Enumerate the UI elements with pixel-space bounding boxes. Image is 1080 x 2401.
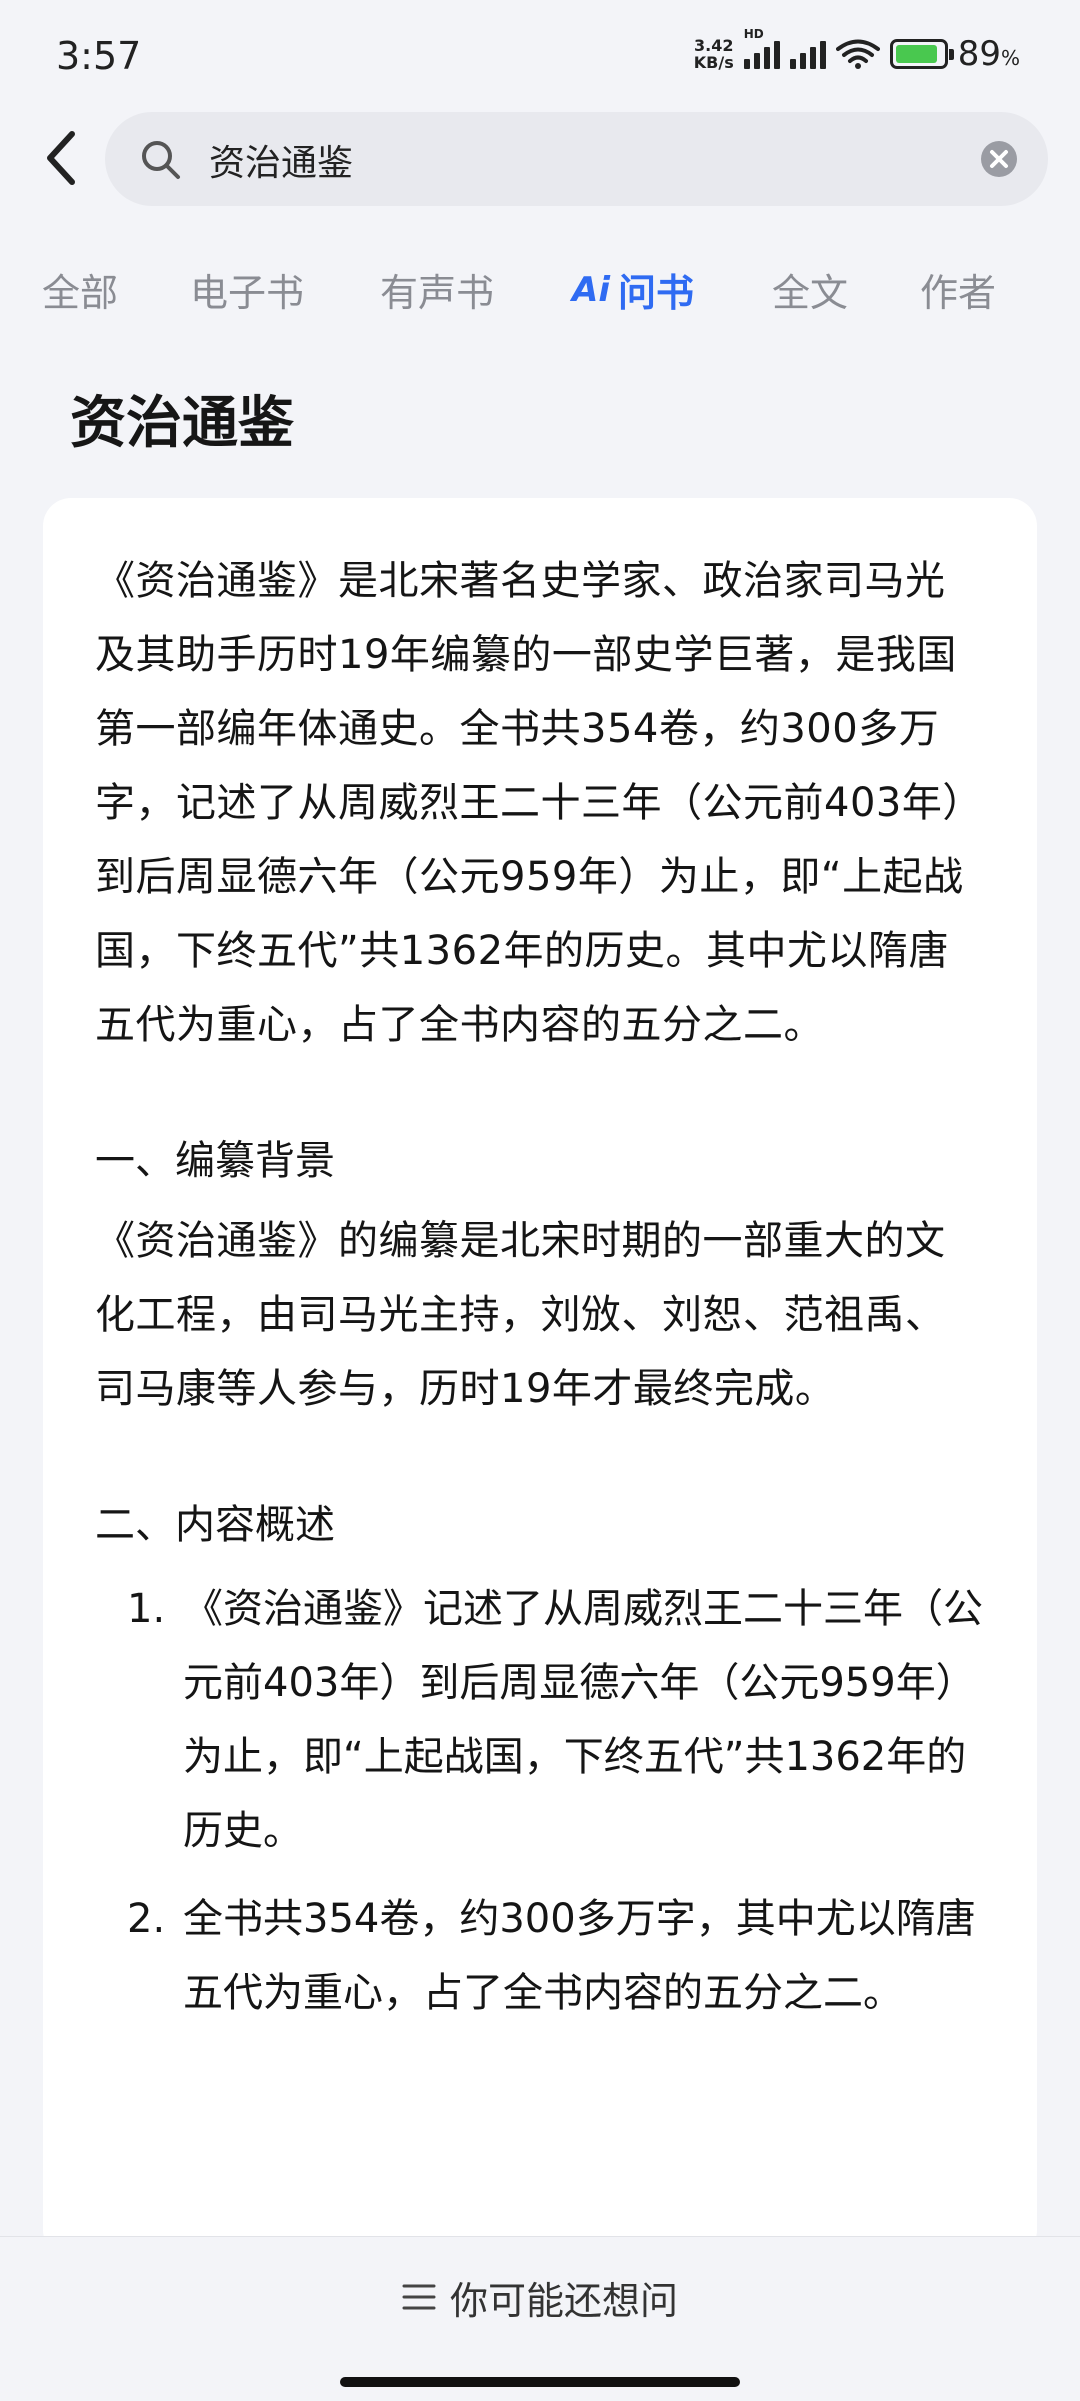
search-query: 资治通鉴: [209, 143, 354, 184]
hd-signal-icon: HD: [743, 27, 780, 69]
battery-level: [895, 45, 937, 63]
list-item-number: 1.: [127, 1586, 166, 1632]
tab-ebooks[interactable]: 电子书: [190, 262, 304, 317]
tab-author[interactable]: 作者: [920, 262, 996, 317]
list-item-number: 2.: [127, 1896, 166, 1942]
intro-paragraph: 《资治通鉴》是北宋著名史学家、政治家司马光及其助手历时19年编纂的一部史学巨著，…: [95, 558, 983, 1048]
search-icon: [142, 141, 180, 179]
tab-bar: 全部 电子书 有声书 Ai 问书 全文 作者: [0, 256, 1080, 326]
bottom-bar: 你可能还想问: [0, 2236, 1080, 2401]
status-icons: 3.42 KB/s HD 89%: [694, 27, 1020, 74]
section-heading-overview: 二、内容概述: [95, 1502, 335, 1548]
wifi-icon: [835, 39, 880, 69]
tab-all[interactable]: 全部: [42, 262, 118, 317]
tab-ai-ask-book-label: 问书: [617, 271, 694, 315]
ai-icon: Ai: [572, 269, 610, 310]
tab-audiobooks[interactable]: 有声书: [380, 262, 494, 317]
search-input[interactable]: 资治通鉴: [105, 112, 1048, 206]
section-heading-background: 一、编纂背景: [95, 1138, 335, 1184]
network-speed-unit: KB/s: [693, 53, 734, 72]
signal-icon: [789, 39, 826, 69]
network-speed: 3.42 KB/s: [694, 37, 734, 71]
suggested-questions-label: 你可能还想问: [449, 2278, 678, 2323]
battery-percent-symbol: %: [1000, 46, 1020, 70]
list-item: 1. 《资治通鉴》记述了从周威烈王二十三年（公元前403年）到后周显德六年（公元…: [95, 1572, 985, 1868]
menu-icon: [402, 2284, 436, 2310]
status-time: 3:57: [56, 34, 142, 78]
tab-fulltext[interactable]: 全文: [772, 262, 848, 317]
battery-icon: [889, 39, 954, 69]
list-item: 2. 全书共354卷，约300多万字，其中尤以隋唐五代为重心，占了全书内容的五分…: [95, 1882, 985, 2030]
background-paragraph: 《资治通鉴》的编纂是北宋时期的一部重大的文化工程，由司马光主持，刘攽、刘恕、范祖…: [95, 1218, 946, 1412]
status-bar: 3:57 3.42 KB/s HD 89%: [0, 0, 1080, 110]
tab-ai-ask-book[interactable]: Ai 问书: [572, 262, 694, 317]
page-title: 资治通鉴: [70, 391, 294, 456]
chevron-left-icon: [47, 131, 75, 185]
clear-icon[interactable]: [980, 140, 1018, 178]
overview-list: 1. 《资治通鉴》记述了从周威烈王二十三年（公元前403年）到后周显德六年（公元…: [95, 1572, 985, 2030]
list-item-text: 《资治通鉴》记述了从周威烈王二十三年（公元前403年）到后周显德六年（公元959…: [183, 1586, 983, 1854]
search-row: 资治通鉴: [0, 112, 1080, 206]
list-item-text: 全书共354卷，约300多万字，其中尤以隋唐五代为重心，占了全书内容的五分之二。: [183, 1896, 976, 2016]
network-speed-value: 3.42: [693, 36, 734, 55]
battery-percent-value: 89: [957, 34, 1001, 74]
home-indicator[interactable]: [340, 2377, 740, 2387]
hd-label: HD: [743, 27, 764, 41]
answer-content: 《资治通鉴》是北宋著名史学家、政治家司马光及其助手历时19年编纂的一部史学巨著，…: [95, 544, 985, 2030]
back-button[interactable]: [30, 128, 90, 188]
battery-percent: 89%: [958, 34, 1020, 74]
suggested-questions-button[interactable]: 你可能还想问: [0, 2237, 1080, 2357]
ai-answer-card: 《资治通鉴》是北宋著名史学家、政治家司马光及其助手历时19年编纂的一部史学巨著，…: [43, 498, 1037, 2258]
